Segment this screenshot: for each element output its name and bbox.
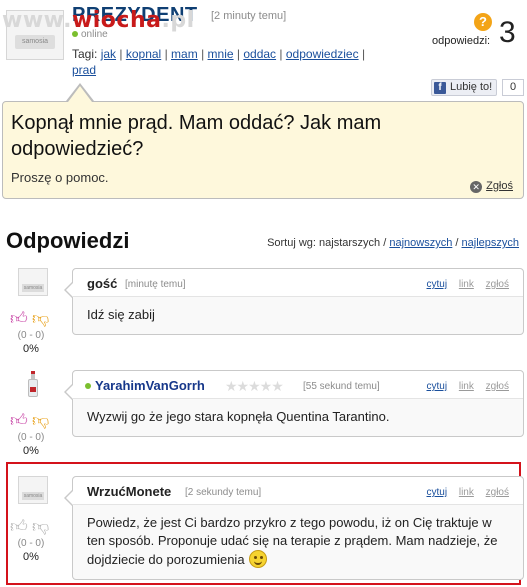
answer-author: WrzućMonete [87, 484, 172, 499]
sort-best-link[interactable]: najlepszych [462, 237, 519, 249]
answer-header: YarahimVanGorrh ★★★★★ [55 sekund temu] c… [73, 371, 523, 399]
answer-bubble: YarahimVanGorrh ★★★★★ [55 sekund temu] c… [64, 370, 524, 437]
answers-count: 3 [499, 16, 516, 49]
answers-heading: Odpowiedzi [6, 228, 130, 253]
question-title: Kopnął mnie prąd. Mam oddać? Jak mam odp… [11, 112, 382, 160]
permalink[interactable]: link [459, 381, 474, 392]
permalink[interactable]: link [459, 487, 474, 498]
bottle-avatar[interactable] [27, 371, 39, 397]
thumb-up-icon[interactable]: 👍︎ [10, 412, 28, 430]
vote-buttons: 👍︎ 👎︎ [10, 310, 54, 330]
permalink[interactable]: link [459, 279, 474, 290]
tag-link[interactable]: mam [171, 47, 198, 61]
thumb-up-icon[interactable]: 👍︎ [10, 518, 28, 536]
report-link[interactable]: zgłoś [486, 487, 509, 498]
answer-text: Wyzwij go że jego stara kopnęła Quentina… [87, 409, 390, 424]
question-box: Kopnął mnie prąd. Mam oddać? Jak mam odp… [2, 101, 524, 199]
report-link[interactable]: zgłoś [486, 279, 509, 290]
cite-link[interactable]: cytuj [427, 487, 448, 498]
tag-link[interactable]: mnie [208, 47, 234, 61]
vote-percent: 0% [23, 445, 39, 457]
thumb-down-icon[interactable]: 👎︎ [32, 412, 49, 430]
question-box-pointer-fill [68, 86, 92, 102]
samosia-logo-icon: samosia [15, 35, 55, 49]
answer-actions: cytuj link zgłoś [418, 381, 510, 392]
answers-count-label: odpowiedzi: [432, 35, 491, 47]
tag-link[interactable]: kopnal [126, 47, 161, 61]
answer-header: gość [minutę temu] cytuj link zgłoś [73, 269, 523, 297]
thumb-up-icon[interactable]: 👍︎ [10, 310, 28, 328]
tag-link[interactable]: oddac [243, 47, 276, 61]
samosia-logo-icon: samosia [22, 492, 44, 500]
question-tags: Tagi: jak | kopnal | mam | mnie | oddac … [72, 47, 366, 77]
close-icon: ✕ [470, 181, 483, 193]
online-dot-icon [85, 383, 91, 389]
answer-text: Powiedz, że jest Ci bardzo przykro z teg… [87, 515, 498, 568]
report-button[interactable]: ✕ Zgłoś [470, 180, 513, 193]
answer-header: WrzućMonete [2 sekundy temu] cytuj link … [73, 477, 523, 505]
answer-time: [2 sekundy temu] [185, 487, 262, 498]
vote-buttons: 👍︎ 👎︎ [10, 518, 54, 538]
vote-buttons: 👍︎ 👎︎ [10, 412, 54, 432]
question-mark-icon: ? [474, 13, 492, 31]
answer-author[interactable]: YarahimVanGorrh [95, 378, 205, 393]
smiley-icon [248, 550, 267, 568]
cite-link[interactable]: cytuj [427, 279, 448, 290]
answer-time: [55 sekund temu] [303, 381, 380, 392]
cite-link[interactable]: cytuj [427, 381, 448, 392]
sort-newest-link[interactable]: najnowszych [389, 237, 452, 249]
answer-author: gość [87, 276, 118, 291]
answer-text: Idź się zabij [87, 307, 155, 322]
facebook-like-button[interactable]: f Lubię to! [431, 79, 497, 96]
question-body: Proszę o pomoc. [11, 170, 109, 185]
vote-counts: (0 - 0) [17, 330, 45, 341]
answer-avatar[interactable]: samosia [18, 268, 48, 296]
thumb-down-icon[interactable]: 👎︎ [32, 310, 49, 328]
facebook-icon: f [434, 82, 446, 94]
answer-bubble: gość [minutę temu] cytuj link zgłoś Idź … [64, 268, 524, 335]
answer-bubble: WrzućMonete [2 sekundy temu] cytuj link … [64, 476, 524, 580]
answer-actions: cytuj link zgłoś [418, 487, 510, 498]
answer-time: [minutę temu] [125, 279, 186, 290]
rating-stars-icon: ★★★★★ [225, 378, 284, 394]
vote-percent: 0% [23, 343, 39, 355]
tag-link[interactable]: prad [72, 63, 96, 77]
answer-avatar[interactable]: samosia [18, 476, 48, 504]
report-link[interactable]: zgłoś [486, 381, 509, 392]
vote-counts: (0 - 0) [17, 432, 45, 443]
vote-percent: 0% [23, 551, 39, 563]
answer-actions: cytuj link zgłoś [418, 279, 510, 290]
site-watermark: www.wiocha.pl [2, 8, 195, 33]
vote-counts: (0 - 0) [17, 538, 45, 549]
tag-link[interactable]: odpowiedziec [286, 47, 359, 61]
samosia-logo-icon: samosia [22, 284, 44, 292]
thumb-down-icon[interactable]: 👎︎ [32, 518, 49, 536]
question-time: [2 minuty temu] [211, 10, 287, 22]
like-count: 0 [502, 79, 524, 96]
tag-link[interactable]: jak [101, 47, 116, 61]
sort-options: Sortuj wg: najstarszych / najnowszych / … [267, 237, 519, 249]
